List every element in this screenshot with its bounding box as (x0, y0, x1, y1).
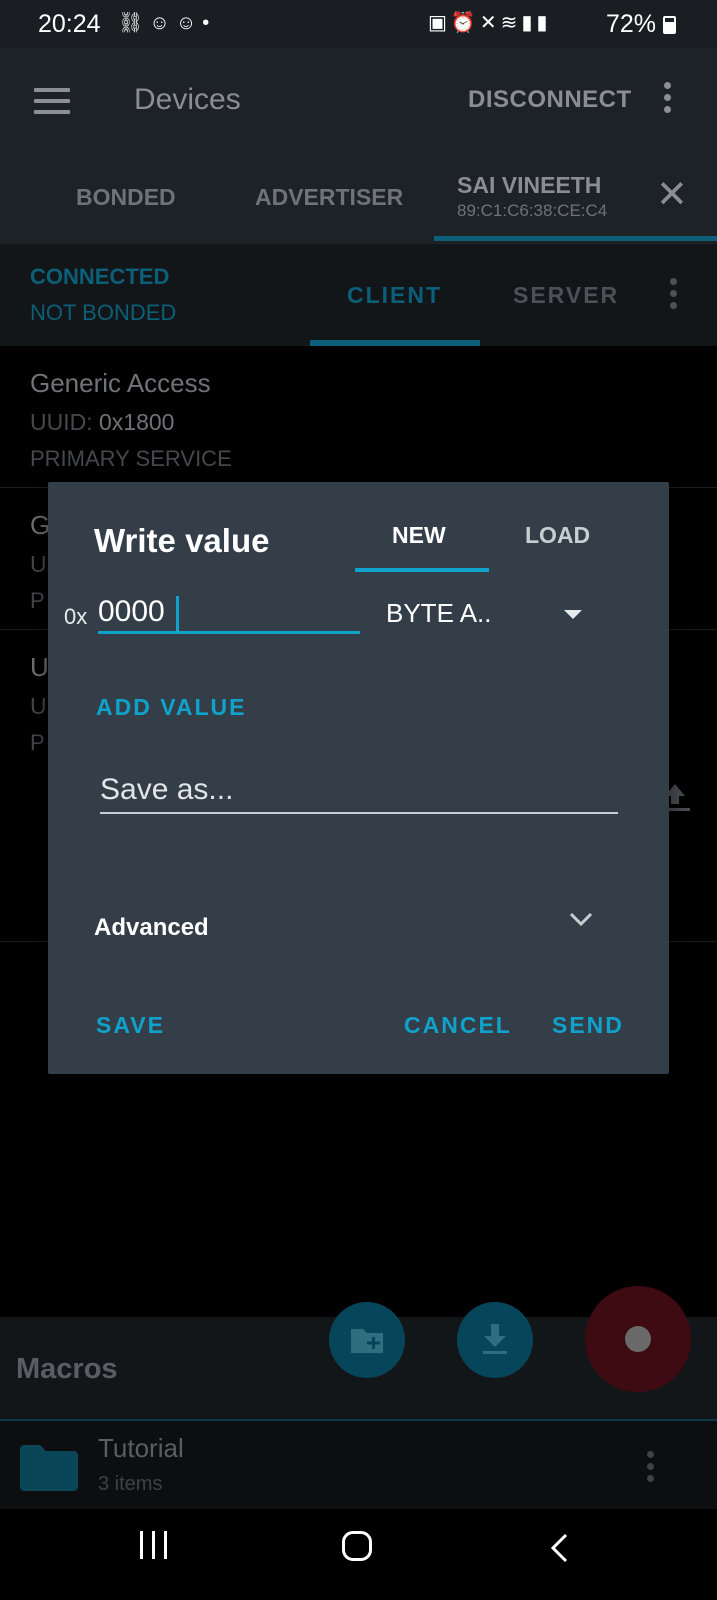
battery-icon (663, 16, 676, 34)
macros-title: Macros (16, 1353, 118, 1385)
save-as-input[interactable] (100, 768, 618, 814)
close-icon[interactable]: ✕ (656, 176, 688, 214)
dropdown-arrow-icon (564, 610, 582, 619)
home-icon[interactable] (342, 1531, 372, 1561)
format-dropdown[interactable]: BYTE A.. (386, 594, 596, 634)
battery-saver-icon: ▣ (428, 12, 451, 34)
format-selected-value: BYTE A.. (386, 598, 492, 628)
system-nav-bar (0, 1509, 717, 1600)
dialog-title: Write value (94, 522, 270, 559)
tab-server[interactable]: SERVER (513, 282, 619, 309)
app-bar: Devices DISCONNECT BONDED ADVERTISER SAI… (0, 48, 717, 244)
signal-icon: ▮ (521, 12, 537, 34)
system-icons: ▣⏰✕≋▮▮ (428, 10, 551, 35)
page-title: Devices (134, 83, 241, 116)
service-uuid: UUID: 0x1800 (30, 409, 175, 435)
tab-client[interactable]: CLIENT (347, 282, 442, 309)
more-options-icon[interactable] (670, 278, 680, 314)
battery-percent: 72% (606, 10, 657, 38)
active-tab-indicator (355, 568, 489, 572)
service-type: PRIMARY SERVICE (30, 446, 232, 471)
tab-load[interactable]: LOAD (525, 522, 590, 549)
write-value-dialog: Write value NEW LOAD 0x BYTE A.. ADD VAL… (48, 482, 669, 1074)
status-time: 20:24 (38, 10, 101, 38)
snapchat-icon: ☺ (175, 12, 203, 34)
link-icon: ⛓ (118, 12, 150, 34)
advanced-toggle-label[interactable]: Advanced (94, 914, 209, 942)
tab-bonded[interactable]: BONDED (76, 184, 176, 211)
macro-folder-count: 3 items (98, 1473, 163, 1495)
notification-dot-icon: • (202, 12, 216, 34)
tab-advertiser[interactable]: ADVERTISER (255, 184, 403, 211)
service-name: Generic Access (30, 368, 211, 398)
folder-icon (20, 1445, 78, 1491)
import-button[interactable] (457, 1302, 533, 1378)
status-bar: 20:24 ⛓☺☺• ▣⏰✕≋▮▮ 72% (0, 0, 717, 48)
signal-icon: ▮ (536, 12, 552, 34)
chevron-down-icon[interactable] (568, 910, 594, 930)
connection-status: CONNECTED (30, 264, 170, 289)
disconnect-button[interactable]: DISCONNECT (468, 86, 632, 114)
macro-folder-name: Tutorial (98, 1433, 184, 1463)
bond-status: NOT BONDED (30, 300, 177, 325)
connection-bar: CONNECTED NOT BONDED CLIENT SERVER (0, 244, 717, 346)
tab-device-mac: 89:C1:C6:38:CE:C4 (457, 201, 608, 220)
wifi-icon: ≋ (500, 12, 522, 34)
menu-icon[interactable] (34, 88, 70, 114)
more-options-icon[interactable] (664, 82, 674, 118)
notification-icons: ⛓☺☺• (118, 10, 215, 35)
list-item[interactable]: Tutorial 3 items (0, 1421, 717, 1509)
cancel-button[interactable]: CANCEL (404, 1012, 512, 1039)
new-folder-button[interactable] (329, 1302, 405, 1378)
download-icon (483, 1324, 507, 1354)
save-button[interactable]: SAVE (96, 1012, 165, 1039)
tab-new[interactable]: NEW (392, 522, 446, 549)
snapchat-icon: ☺ (149, 12, 176, 34)
create-folder-icon (351, 1329, 383, 1353)
record-icon (625, 1326, 651, 1352)
more-options-icon[interactable] (647, 1451, 657, 1487)
tab-device-name[interactable]: SAI VINEETH (457, 172, 601, 199)
hex-prefix: 0x (64, 604, 88, 629)
record-button[interactable] (585, 1286, 691, 1392)
back-icon[interactable] (548, 1533, 572, 1563)
alarm-icon: ⏰ (450, 12, 480, 34)
send-button[interactable]: SEND (552, 1012, 624, 1039)
active-tab-indicator (434, 236, 717, 241)
text-cursor (176, 596, 179, 634)
recent-apps-icon[interactable] (138, 1531, 174, 1561)
list-item[interactable]: Generic Access UUID: 0x1800 PRIMARY SERV… (0, 346, 717, 488)
add-value-button[interactable]: ADD VALUE (96, 694, 246, 721)
mute-icon: ✕ (479, 12, 501, 34)
hex-value-input[interactable] (98, 592, 360, 634)
